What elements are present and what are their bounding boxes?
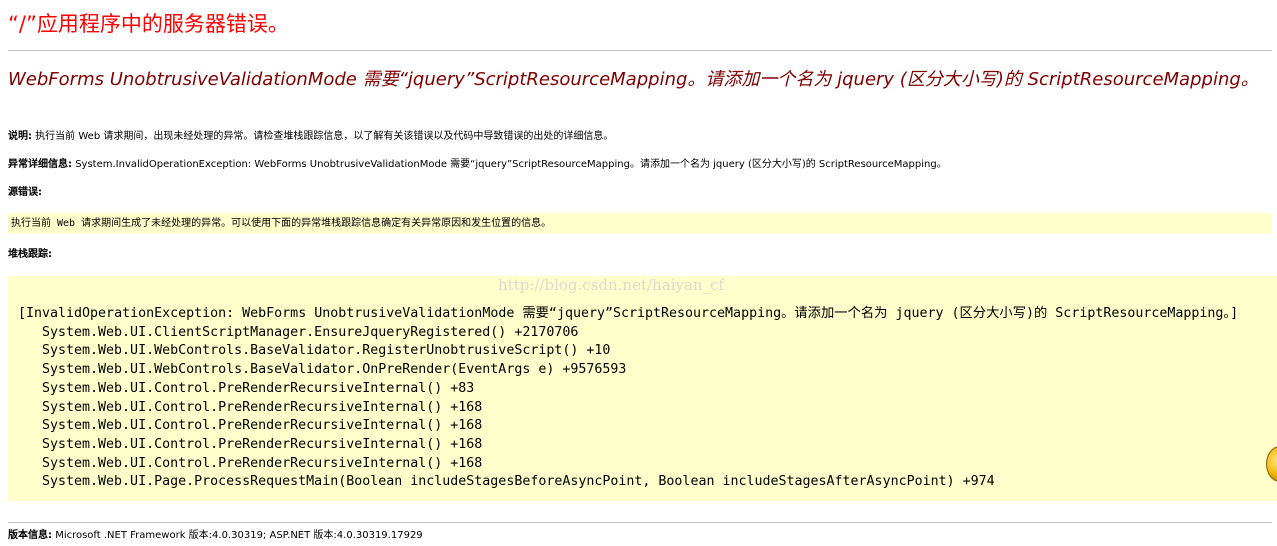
page-title: “/”应用程序中的服务器错误。 — [8, 12, 289, 36]
stack-trace-text: [InvalidOperationException: WebForms Uno… — [18, 305, 1238, 492]
title-divider — [8, 50, 1272, 51]
source-error-label: 源错误: — [8, 187, 42, 198]
version-info-section: 版本信息: Microsoft .NET Framework 版本:4.0.30… — [8, 529, 423, 542]
description-text: 执行当前 Web 请求期间，出现未经处理的异常。请检查堆栈跟踪信息，以了解有关该… — [35, 131, 614, 142]
description-label: 说明: — [8, 131, 32, 142]
error-page: “/”应用程序中的服务器错误。 WebForms UnobtrusiveVali… — [0, 0, 1277, 546]
stack-trace-line: System.Web.UI.Control.PreRenderRecursive… — [42, 380, 475, 396]
watermark-text: http://blog.csdn.net/haiyan_cf — [498, 276, 724, 294]
stack-trace-line: System.Web.UI.Control.PreRenderRecursive… — [42, 399, 483, 415]
version-info-text: Microsoft .NET Framework 版本:4.0.30319; A… — [55, 530, 423, 541]
source-error-box: 执行当前 Web 请求期间生成了未经处理的异常。可以使用下面的异常堆栈跟踪信息确… — [8, 213, 1272, 234]
stack-trace-line: System.Web.UI.Page.ProcessRequestMain(Bo… — [42, 474, 995, 490]
version-divider — [8, 522, 1272, 523]
error-message: WebForms UnobtrusiveValidationMode 需要“jq… — [8, 69, 1259, 90]
source-error-section: 源错误: — [8, 186, 42, 199]
exception-details-text: System.InvalidOperationException: WebFor… — [75, 159, 947, 170]
exception-details-label: 异常详细信息: — [8, 159, 72, 170]
stack-trace-line: [InvalidOperationException: WebForms Uno… — [18, 306, 1239, 321]
version-info-label: 版本信息: — [8, 530, 52, 541]
stack-trace-line: System.Web.UI.WebControls.BaseValidator.… — [42, 343, 611, 359]
stack-trace-line: System.Web.UI.WebControls.BaseValidator.… — [42, 362, 627, 378]
stack-trace-line: System.Web.UI.Control.PreRenderRecursive… — [42, 418, 483, 434]
stack-trace-section: 堆栈跟踪: — [8, 248, 52, 261]
source-error-text: 执行当前 Web 请求期间生成了未经处理的异常。可以使用下面的异常堆栈跟踪信息确… — [11, 218, 552, 229]
description-section: 说明: 执行当前 Web 请求期间，出现未经处理的异常。请检查堆栈跟踪信息，以了… — [8, 130, 613, 143]
stack-trace-label: 堆栈跟踪: — [8, 249, 52, 260]
stack-trace-line: System.Web.UI.ClientScriptManager.Ensure… — [42, 324, 579, 340]
exception-details-section: 异常详细信息: System.InvalidOperationException… — [8, 158, 947, 171]
stack-trace-box: http://blog.csdn.net/haiyan_cf [InvalidO… — [8, 276, 1277, 501]
stack-trace-line: System.Web.UI.Control.PreRenderRecursive… — [42, 455, 483, 471]
stack-trace-line: System.Web.UI.Control.PreRenderRecursive… — [42, 436, 483, 452]
